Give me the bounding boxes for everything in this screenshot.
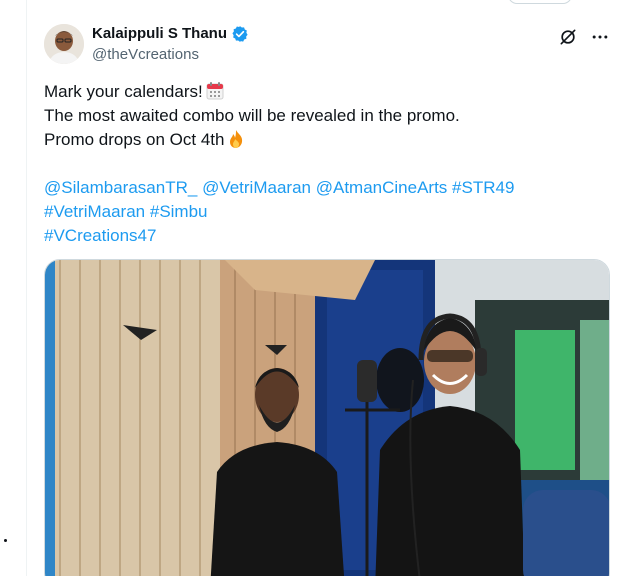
mentions-line: @SilambarasanTR_ @VetriMaaran @AtmanCine… bbox=[44, 176, 604, 200]
text-line-1: Mark your calendars! bbox=[44, 80, 604, 104]
author-name-row[interactable]: Kalaippuli S Thanu bbox=[92, 24, 249, 44]
avatar[interactable] bbox=[44, 24, 84, 64]
hashtag-vetrimaaran[interactable]: #VetriMaaran bbox=[44, 202, 145, 221]
display-name[interactable]: Kalaippuli S Thanu bbox=[92, 24, 227, 44]
fire-icon bbox=[227, 129, 245, 149]
text-line-3-content: Promo drops on Oct 4th bbox=[44, 130, 225, 149]
rail-dot bbox=[4, 539, 7, 542]
text-line-3: Promo drops on Oct 4th bbox=[44, 128, 604, 152]
hashtag-simbu[interactable]: #Simbu bbox=[150, 202, 208, 221]
mention-vetrimaaran[interactable]: @VetriMaaran bbox=[202, 178, 311, 197]
hashtags-line: #VetriMaaran #Simbu bbox=[44, 200, 604, 224]
tweet-media[interactable] bbox=[44, 259, 610, 576]
verified-badge-icon bbox=[231, 25, 249, 43]
grok-button[interactable] bbox=[556, 25, 580, 49]
tweet-text: Mark your calendars! The most awaited co… bbox=[44, 80, 604, 248]
text-line-1-content: Mark your calendars! bbox=[44, 82, 203, 101]
author-handle[interactable]: @theVcreations bbox=[92, 45, 199, 65]
hashtags-line-2: #VCreations47 bbox=[44, 224, 604, 248]
calendar-icon bbox=[206, 82, 224, 100]
tweet-actions bbox=[556, 25, 612, 49]
left-rail bbox=[0, 0, 27, 576]
grok-icon bbox=[560, 29, 576, 45]
mention-atmancinearts[interactable]: @AtmanCineArts bbox=[316, 178, 448, 197]
more-button[interactable] bbox=[588, 25, 612, 49]
more-icon bbox=[592, 35, 608, 39]
studio-photo bbox=[45, 260, 609, 576]
text-line-2: The most awaited combo will be revealed … bbox=[44, 106, 460, 125]
mention-silambarasantr[interactable]: @SilambarasanTR_ bbox=[44, 178, 197, 197]
tweet[interactable]: Kalaippuli S Thanu @theVcreations Mark y… bbox=[28, 0, 623, 576]
hashtag-str49[interactable]: #STR49 bbox=[452, 178, 514, 197]
hashtag-vcreations47[interactable]: #VCreations47 bbox=[44, 226, 156, 245]
text-blank-line bbox=[44, 152, 604, 176]
avatar-image bbox=[44, 24, 84, 64]
